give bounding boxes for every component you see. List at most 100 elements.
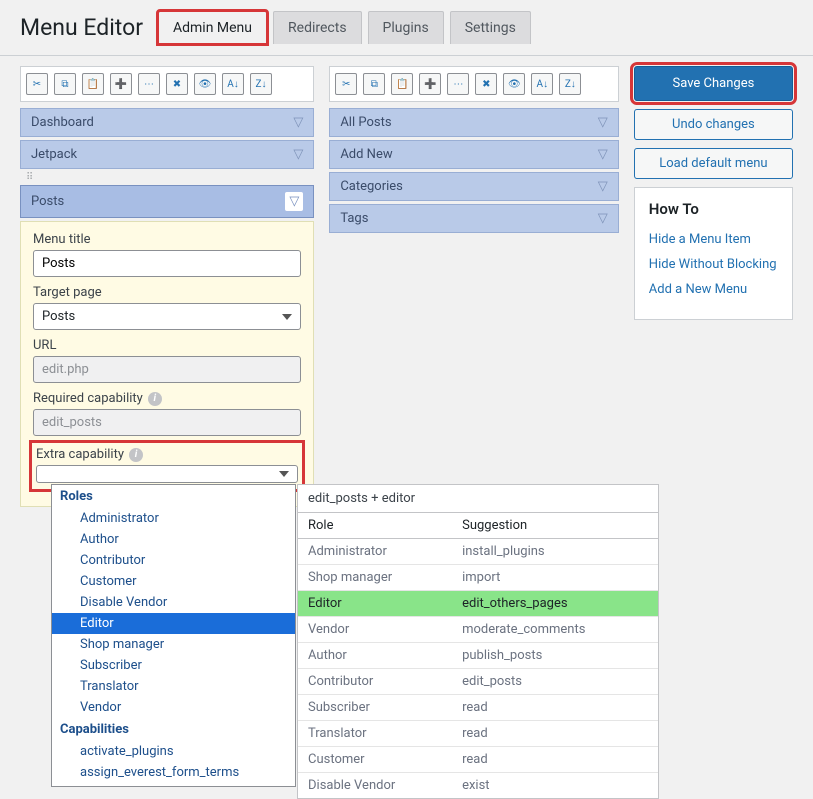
suggestion-role: Administrator xyxy=(298,539,452,565)
suggestion-cap: read xyxy=(452,747,658,773)
dd-role-disable-vendor[interactable]: Disable Vendor xyxy=(52,592,295,613)
info-icon: i xyxy=(148,392,162,406)
suggestion-cap: import xyxy=(452,565,658,591)
menu-title-input[interactable] xyxy=(33,250,301,277)
save-button[interactable]: Save Changes xyxy=(634,66,793,101)
suggestion-row[interactable]: Vendormoderate_comments xyxy=(298,617,658,643)
new-menu-icon[interactable]: ➕ xyxy=(419,73,441,95)
suggestion-row[interactable]: Editoredit_others_pages xyxy=(298,591,658,617)
suggestion-row[interactable]: Shop managerimport xyxy=(298,565,658,591)
new-sep-icon[interactable]: ⋯ xyxy=(138,73,160,95)
extra-cap-dropdown[interactable]: Roles Administrator Author Contributor C… xyxy=(51,484,296,787)
suggestion-row[interactable]: Customerread xyxy=(298,747,658,773)
load-default-button[interactable]: Load default menu xyxy=(634,148,793,179)
edit-panel: Menu title Target page Posts URL Require… xyxy=(20,221,314,507)
dd-group-roles: Roles xyxy=(52,485,295,508)
sort-za-icon[interactable]: Z↓ xyxy=(250,73,272,95)
menu-item-dashboard[interactable]: Dashboard▽ xyxy=(20,108,314,137)
menu-label: Dashboard xyxy=(31,115,94,130)
sort-az-icon[interactable]: A↓ xyxy=(222,73,244,95)
howto-link-hide-noblock[interactable]: Hide Without Blocking xyxy=(649,257,778,272)
suggestion-cap: read xyxy=(452,721,658,747)
menu-label: Categories xyxy=(340,179,403,194)
submenu-item-all-posts[interactable]: All Posts▽ xyxy=(329,108,618,137)
chevron-down-icon: ▽ xyxy=(293,147,303,162)
dd-cap-assign-product[interactable]: assign_product_terms xyxy=(52,783,295,787)
tab-admin-menu[interactable]: Admin Menu xyxy=(158,11,267,44)
url-label: URL xyxy=(33,338,301,353)
menu-label: Add New xyxy=(340,147,392,162)
suggestion-role: Contributor xyxy=(298,669,452,695)
dd-role-customer[interactable]: Customer xyxy=(52,571,295,592)
suggestion-role: Editor xyxy=(298,591,452,617)
dd-role-author[interactable]: Author xyxy=(52,529,295,550)
hide-icon[interactable]: 👁 xyxy=(194,73,216,95)
howto-link-hide[interactable]: Hide a Menu Item xyxy=(649,232,778,247)
chevron-down-icon: ▽ xyxy=(285,192,303,211)
tab-plugins[interactable]: Plugins xyxy=(368,11,444,44)
sort-za-icon[interactable]: Z↓ xyxy=(559,73,581,95)
suggestion-row[interactable]: Disable Vendorexist xyxy=(298,773,658,799)
dd-role-shop-manager[interactable]: Shop manager xyxy=(52,634,295,655)
dd-cap-assign-everest[interactable]: assign_everest_form_terms xyxy=(52,762,295,783)
new-sep-icon[interactable]: ⋯ xyxy=(447,73,469,95)
target-page-label: Target page xyxy=(33,285,301,300)
dd-role-subscriber[interactable]: Subscriber xyxy=(52,655,295,676)
suggestion-cap: read xyxy=(452,695,658,721)
copy-icon[interactable]: ⧉ xyxy=(54,73,76,95)
suggestion-row[interactable]: Administratorinstall_plugins xyxy=(298,539,658,565)
dd-role-administrator[interactable]: Administrator xyxy=(52,508,295,529)
suggestion-row[interactable]: Authorpublish_posts xyxy=(298,643,658,669)
cut-icon[interactable]: ✂ xyxy=(335,73,357,95)
suggestion-role: Disable Vendor xyxy=(298,773,452,799)
suggestion-cap: edit_posts xyxy=(452,669,658,695)
cut-icon[interactable]: ✂ xyxy=(26,73,48,95)
undo-button[interactable]: Undo changes xyxy=(634,109,793,140)
chevron-down-icon: ▽ xyxy=(598,179,608,194)
submenu-item-categories[interactable]: Categories ▽ xyxy=(329,172,618,201)
dd-role-translator[interactable]: Translator xyxy=(52,676,295,697)
menu-label: Tags xyxy=(340,211,368,226)
url-input xyxy=(33,356,301,383)
menu-item-jetpack[interactable]: Jetpack▽ xyxy=(20,140,314,169)
copy-icon[interactable]: ⧉ xyxy=(363,73,385,95)
menu-label: Posts xyxy=(31,194,64,209)
suggestion-row[interactable]: Subscriberread xyxy=(298,695,658,721)
extra-cap-select[interactable] xyxy=(36,465,298,483)
submenu-item-add-new[interactable]: Add New▽ xyxy=(329,140,618,169)
howto-link-add[interactable]: Add a New Menu xyxy=(649,282,778,297)
suggestion-cap: moderate_comments xyxy=(452,617,658,643)
delete-icon[interactable]: ✖ xyxy=(166,73,188,95)
paste-icon[interactable]: 📋 xyxy=(391,73,413,95)
target-page-select[interactable]: Posts xyxy=(33,303,301,330)
menu-separator[interactable]: ⠿ xyxy=(20,172,314,182)
dd-role-editor[interactable]: Editor xyxy=(52,613,295,634)
dd-cap-activate-plugins[interactable]: activate_plugins xyxy=(52,741,295,762)
suggestion-row[interactable]: Contributoredit_posts xyxy=(298,669,658,695)
suggestion-cap: publish_posts xyxy=(452,643,658,669)
menu-item-posts[interactable]: Posts ▽ xyxy=(20,185,314,218)
suggestion-role: Vendor xyxy=(298,617,452,643)
tab-redirects[interactable]: Redirects xyxy=(273,11,362,44)
menu-label: All Posts xyxy=(340,115,391,130)
tab-settings[interactable]: Settings xyxy=(450,11,531,44)
paste-icon[interactable]: 📋 xyxy=(82,73,104,95)
howto-box: How To Hide a Menu Item Hide Without Blo… xyxy=(634,187,793,320)
new-menu-icon[interactable]: ➕ xyxy=(110,73,132,95)
capability-suggestions: edit_posts + editor RoleSuggestion Admin… xyxy=(297,484,659,799)
suggestion-role: Subscriber xyxy=(298,695,452,721)
dd-role-vendor[interactable]: Vendor xyxy=(52,697,295,718)
grip-icon: ⠿ xyxy=(26,172,33,183)
chevron-down-icon xyxy=(279,471,289,477)
suggestion-row[interactable]: Translatorread xyxy=(298,721,658,747)
hide-icon[interactable]: 👁 xyxy=(503,73,525,95)
sort-az-icon[interactable]: A↓ xyxy=(531,73,553,95)
delete-icon[interactable]: ✖ xyxy=(475,73,497,95)
extra-cap-label: Extra capabilityi xyxy=(36,447,298,462)
suggestion-cap: exist xyxy=(452,773,658,799)
submenu-item-tags[interactable]: Tags ▽ xyxy=(329,204,618,233)
tab-bar: Admin Menu Redirects Plugins Settings xyxy=(158,11,531,44)
left-toolbar: ✂ ⧉ 📋 ➕ ⋯ ✖ 👁 A↓ Z↓ xyxy=(20,66,314,102)
chevron-down-icon: ▽ xyxy=(598,211,608,226)
dd-role-contributor[interactable]: Contributor xyxy=(52,550,295,571)
